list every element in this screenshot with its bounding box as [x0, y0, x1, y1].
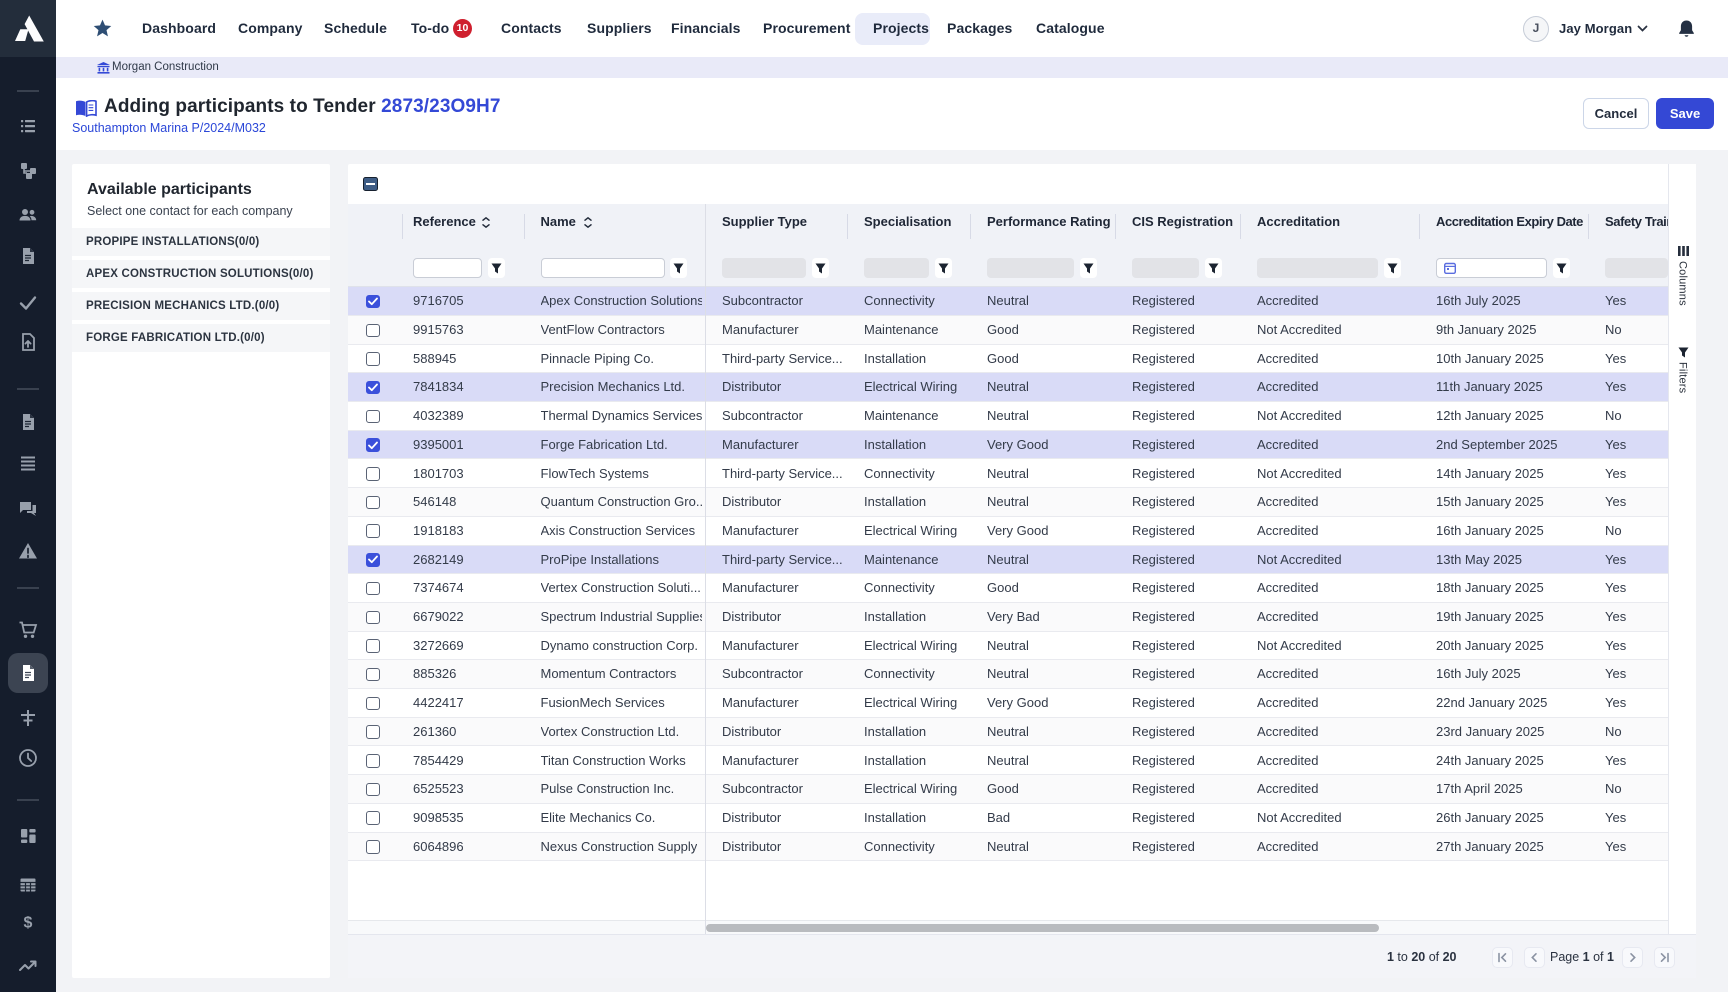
svg-text:$: $: [24, 915, 33, 932]
